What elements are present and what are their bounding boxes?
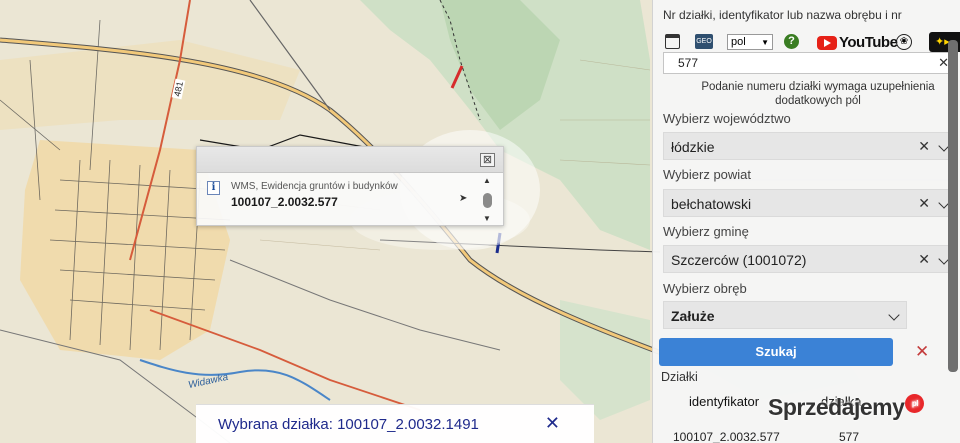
county-label: Wybierz powiat	[663, 167, 752, 182]
cancel-icon[interactable]: ✕	[915, 342, 929, 362]
language-value: pol	[731, 36, 746, 48]
commune-select[interactable]: Szczerców (1001072) ✕	[663, 245, 957, 273]
chevron-down-icon	[888, 309, 900, 321]
voivodeship-label: Wybierz województwo	[663, 111, 791, 126]
precinct-value: Załuże	[671, 308, 715, 324]
scroll-down-icon[interactable]: ▼	[483, 215, 491, 223]
youtube-link[interactable]: YouTube	[817, 34, 898, 51]
commune-value: Szczerców (1001072)	[671, 252, 807, 268]
cursor-icon: ➤	[459, 193, 468, 204]
settings-icon[interactable]: ❀	[896, 34, 912, 50]
column-header-identifier[interactable]: identyfikator	[689, 394, 759, 409]
help-icon[interactable]: ?	[784, 34, 799, 49]
geoportal-icon[interactable]: GEO	[695, 34, 713, 49]
watermark-text: Sprzedajemy	[768, 394, 905, 420]
chevron-down-icon: ▼	[761, 38, 769, 47]
results-label: Działki	[661, 370, 698, 384]
feature-info-popup: ⊠ i WMS, Ewidencja gruntów i budynków 10…	[196, 146, 504, 226]
county-value: bełchatowski	[671, 196, 752, 212]
parcel-search-field: ✕	[663, 52, 957, 74]
county-clear-icon[interactable]: ✕	[918, 195, 930, 212]
voivodeship-value: łódzkie	[671, 139, 715, 155]
popup-header: ⊠	[197, 147, 503, 173]
info-icon: i	[207, 181, 220, 195]
county-select[interactable]: bełchatowski ✕	[663, 189, 957, 217]
language-select[interactable]: pol ▼	[727, 34, 773, 50]
popup-layer-name: WMS, Ewidencja gruntów i budynków	[231, 181, 398, 192]
popup-body: i WMS, Ewidencja gruntów i budynków 1001…	[197, 173, 503, 225]
voivodeship-select[interactable]: łódzkie ✕	[663, 132, 957, 160]
parcel-search-input[interactable]	[664, 53, 924, 73]
search-hint: Podanie numeru działki wymaga uzupełnien…	[701, 81, 935, 107]
youtube-label: YouTube	[839, 34, 898, 51]
result-identifier-cell[interactable]: 100107_2.0032.577	[673, 430, 780, 443]
popup-parcel-id: 100107_2.0032.577	[231, 195, 338, 209]
scroll-thumb[interactable]	[483, 193, 492, 208]
voivodeship-clear-icon[interactable]: ✕	[918, 138, 930, 155]
selected-parcel-bar: Wybrana działka: 100107_2.0032.1491 ✕	[196, 404, 594, 443]
commune-clear-icon[interactable]: ✕	[918, 251, 930, 268]
result-parcel-cell[interactable]: 577	[839, 430, 859, 443]
calendar-icon[interactable]	[665, 34, 680, 49]
precinct-label: Wybierz obręb	[663, 281, 747, 296]
scroll-up-icon[interactable]: ▲	[483, 177, 491, 185]
youtube-icon	[817, 35, 837, 50]
watermark-logo: Sprzedajemy pl	[768, 394, 925, 421]
precinct-select[interactable]: Załuże	[663, 301, 907, 329]
commune-label: Wybierz gminę	[663, 224, 749, 239]
selected-parcel-text: Wybrana działka: 100107_2.0032.1491	[218, 416, 479, 433]
popup-scrollbar[interactable]: ▲ ▼	[481, 177, 495, 223]
search-button[interactable]: Szukaj	[659, 338, 893, 366]
panel-scrollbar[interactable]	[948, 40, 958, 372]
watermark-dot: pl	[905, 394, 925, 413]
search-panel: Nr działki, identyfikator lub nazwa obrę…	[652, 0, 960, 443]
search-panel-heading: Nr działki, identyfikator lub nazwa obrę…	[663, 8, 902, 22]
selected-close-icon[interactable]: ✕	[545, 413, 560, 434]
popup-close-icon[interactable]: ⊠	[480, 153, 495, 167]
